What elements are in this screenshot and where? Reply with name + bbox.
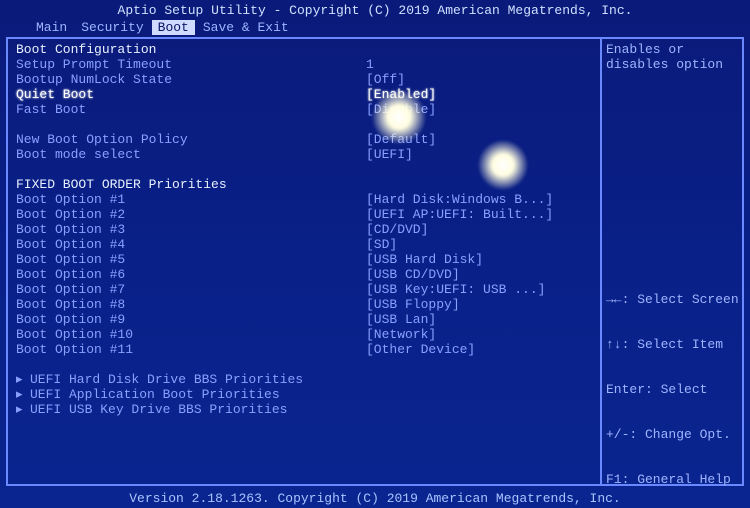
tab-main[interactable]: Main <box>30 20 73 35</box>
opt-value: [Hard Disk:Windows B...] <box>366 192 553 207</box>
fast-boot[interactable]: Fast Boot[Disable] <box>16 102 596 117</box>
opt-label: Boot Option #1 <box>16 192 366 207</box>
version-footer: Version 2.18.1263. Copyright (C) 2019 Am… <box>0 491 750 506</box>
key-general-help: F1: General Help <box>606 472 738 487</box>
spacer <box>16 357 596 372</box>
opt-label: Boot Option #2 <box>16 207 366 222</box>
boot-option-11[interactable]: Boot Option #11[Other Device] <box>16 342 596 357</box>
submenu-label: UEFI USB Key Drive BBS Priorities <box>30 402 287 417</box>
opt-label: Boot mode select <box>16 147 366 162</box>
opt-value: [UEFI AP:UEFI: Built...] <box>366 207 553 222</box>
tab-security[interactable]: Security <box>75 20 149 35</box>
triangle-icon: ▸ <box>16 372 30 387</box>
opt-value: [USB Hard Disk] <box>366 252 483 267</box>
opt-value: [USB Floppy] <box>366 297 460 312</box>
opt-label: Boot Option #9 <box>16 312 366 327</box>
opt-label: Setup Prompt Timeout <box>16 57 366 72</box>
triangle-icon: ▸ <box>16 402 30 417</box>
bootup-numlock-state[interactable]: Bootup NumLock State[Off] <box>16 72 596 87</box>
boot-option-6[interactable]: Boot Option #6[USB CD/DVD] <box>16 267 596 282</box>
key-select-item: ↑↓: Select Item <box>606 337 738 352</box>
submenu-label: UEFI Application Boot Priorities <box>30 387 280 402</box>
opt-label: Boot Option #6 <box>16 267 366 282</box>
opt-value: [UEFI] <box>366 147 413 162</box>
boot-option-3[interactable]: Boot Option #3[CD/DVD] <box>16 222 596 237</box>
triangle-icon: ▸ <box>16 387 30 402</box>
opt-label: Quiet Boot <box>16 87 366 102</box>
quiet-boot[interactable]: Quiet Boot[Enabled] <box>16 87 596 102</box>
boot-option-10[interactable]: Boot Option #10[Network] <box>16 327 596 342</box>
opt-value: [USB CD/DVD] <box>366 267 460 282</box>
opt-label: New Boot Option Policy <box>16 132 366 147</box>
opt-label: Boot Option #11 <box>16 342 366 357</box>
opt-value: [Default] <box>366 132 436 147</box>
opt-value: [Disable] <box>366 102 436 117</box>
boot-option-2[interactable]: Boot Option #2[UEFI AP:UEFI: Built...] <box>16 207 596 222</box>
new-boot-option-policy[interactable]: New Boot Option Policy[Default] <box>16 132 596 147</box>
opt-value: [Other Device] <box>366 342 475 357</box>
opt-value: [Off] <box>366 72 405 87</box>
boot-option-1[interactable]: Boot Option #1[Hard Disk:Windows B...] <box>16 192 596 207</box>
fixed-boot-order-heading: FIXED BOOT ORDER Priorities <box>16 177 596 192</box>
setup-prompt-timeout[interactable]: Setup Prompt Timeout1 <box>16 57 596 72</box>
submenu-usb-key-bbs[interactable]: ▸UEFI USB Key Drive BBS Priorities <box>16 402 596 417</box>
tab-boot[interactable]: Boot <box>152 20 195 35</box>
opt-label: Bootup NumLock State <box>16 72 366 87</box>
opt-value: [Enabled] <box>366 87 436 102</box>
opt-value: [SD] <box>366 237 397 252</box>
key-enter: Enter: Select <box>606 382 738 397</box>
submenu-application-boot[interactable]: ▸UEFI Application Boot Priorities <box>16 387 596 402</box>
opt-label: Boot Option #5 <box>16 252 366 267</box>
boot-option-7[interactable]: Boot Option #7[USB Key:UEFI: USB ...] <box>16 282 596 297</box>
boot-option-5[interactable]: Boot Option #5[USB Hard Disk] <box>16 252 596 267</box>
boot-option-8[interactable]: Boot Option #8[USB Floppy] <box>16 297 596 312</box>
submenu-hard-disk-bbs[interactable]: ▸UEFI Hard Disk Drive BBS Priorities <box>16 372 596 387</box>
boot-mode-select[interactable]: Boot mode select[UEFI] <box>16 147 596 162</box>
opt-label: Fast Boot <box>16 102 366 117</box>
opt-label: Boot Option #4 <box>16 237 366 252</box>
opt-value: [USB Key:UEFI: USB ...] <box>366 282 545 297</box>
submenu-label: UEFI Hard Disk Drive BBS Priorities <box>30 372 303 387</box>
opt-value: [CD/DVD] <box>366 222 428 237</box>
pane-divider <box>600 37 602 486</box>
main-pane: Boot Configuration Setup Prompt Timeout1… <box>16 42 596 482</box>
opt-value: [USB Lan] <box>366 312 436 327</box>
menu-bar: Main Security Boot Save & Exit <box>0 20 750 35</box>
spacer <box>16 117 596 132</box>
boot-config-heading: Boot Configuration <box>16 42 596 57</box>
opt-label: Boot Option #7 <box>16 282 366 297</box>
opt-label: Boot Option #10 <box>16 327 366 342</box>
boot-option-4[interactable]: Boot Option #4[SD] <box>16 237 596 252</box>
spacer <box>16 162 596 177</box>
utility-title: Aptio Setup Utility - Copyright (C) 2019… <box>0 0 750 20</box>
key-select-screen: →←: Select Screen <box>606 292 738 307</box>
key-legend: →←: Select Screen ↑↓: Select Item Enter:… <box>606 262 738 508</box>
opt-value: [Network] <box>366 327 436 342</box>
opt-label: Boot Option #8 <box>16 297 366 312</box>
boot-option-9[interactable]: Boot Option #9[USB Lan] <box>16 312 596 327</box>
key-change-opt: +/-: Change Opt. <box>606 427 738 442</box>
help-pane: Enables or disables option →←: Select Sc… <box>606 42 738 482</box>
opt-value: 1 <box>366 57 374 72</box>
tab-save-exit[interactable]: Save & Exit <box>197 20 295 35</box>
help-text: Enables or disables option <box>606 42 738 72</box>
opt-label: Boot Option #3 <box>16 222 366 237</box>
